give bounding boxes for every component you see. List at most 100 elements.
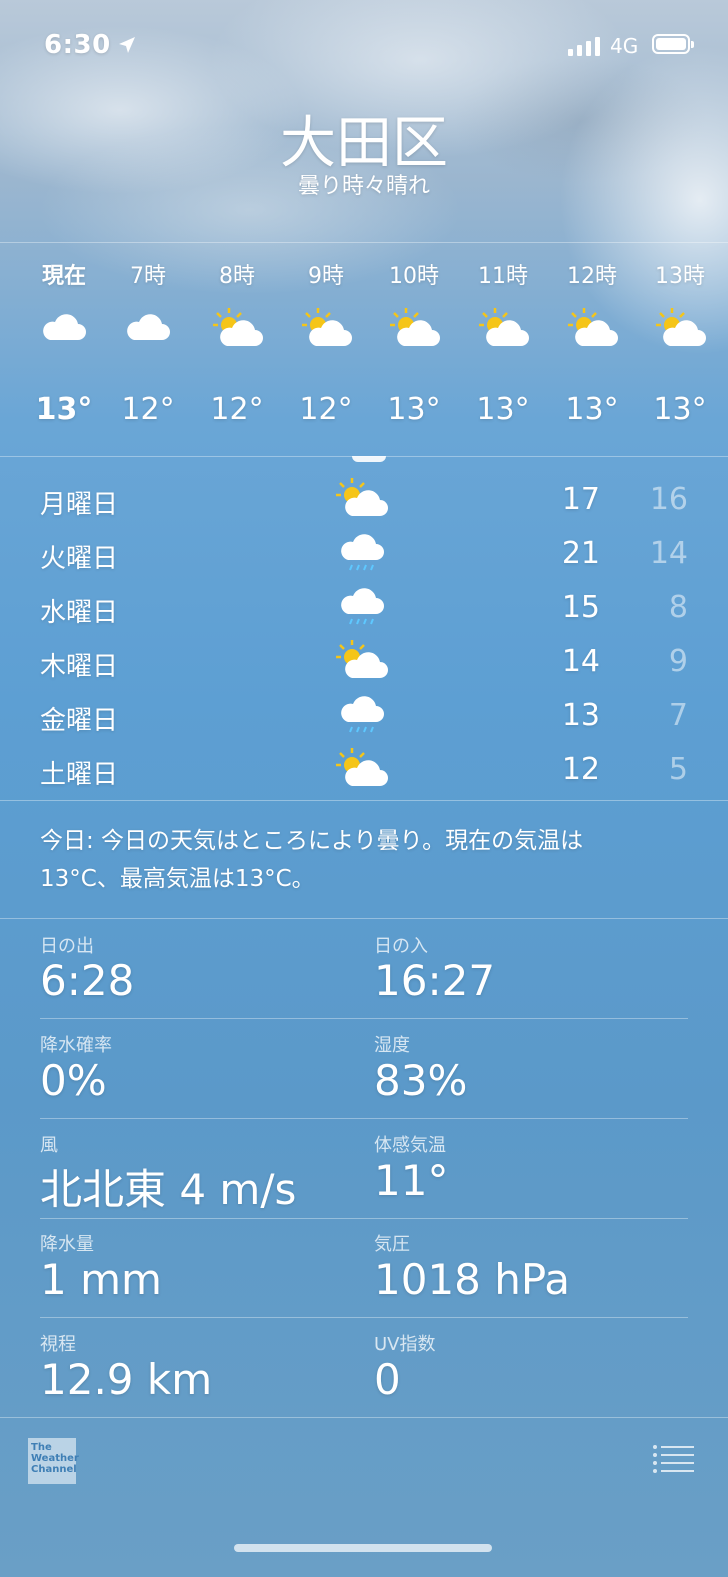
cloud-icon [43,314,86,340]
hour-temp: 13° [387,392,441,427]
hour-column: 7時 12° [104,258,192,427]
daily-row: 土曜日 12 5 [0,744,728,798]
day-high: 12 [561,752,600,787]
list-icon[interactable] [652,1444,694,1474]
weather-summary: 今日: 今日の天気はところにより曇り。現在の気温は 13°C、最高気温は13°C… [40,822,680,898]
sunset-value: 16:27 [374,956,496,1005]
partly-sunny-icon [213,308,263,346]
hour-column: 8時 12° [193,258,281,427]
pressure-label: 気圧 [374,1234,410,1255]
logo-line: Channel [31,1464,77,1475]
rain-icon [341,534,384,571]
sunset-label: 日の入 [374,936,428,957]
uv-index-label: UV指数 [374,1334,436,1355]
location-arrow-icon [119,37,135,53]
hour-temp: 12° [121,392,175,427]
sunrise-value: 6:28 [40,956,135,1005]
home-indicator[interactable] [234,1544,492,1552]
day-name: 月曜日 [40,490,119,520]
divider [0,242,728,243]
weather-channel-logo[interactable]: The Weather Channel [28,1438,79,1484]
day-low: 14 [649,536,688,571]
day-low: 16 [649,482,688,517]
hour-column: 11時 13° [459,258,547,427]
logo-line: The [31,1442,52,1453]
hour-column: 13時 13° [636,258,724,427]
partly-sunny-icon [656,308,706,346]
humidity-label: 湿度 [374,1035,410,1056]
day-name: 土曜日 [40,760,119,790]
current-condition: 曇り時々晴れ [297,174,430,199]
hour-temp: 13° [653,392,707,427]
daily-row: 金曜日 13 7 [0,690,728,744]
cloud-icon [127,314,170,340]
day-low: 7 [668,698,688,733]
summary-line: 今日: 今日の天気はところにより曇り。現在の気温は [40,828,584,854]
partly-sunny-icon [390,308,440,346]
hour-label: 11時 [478,264,528,289]
hour-temp: 12° [299,392,353,427]
hour-label: 7時 [130,264,166,289]
hour-label: 現在 [41,264,86,289]
logo-line: Weather [31,1453,79,1464]
hour-column: 10時 13° [370,258,458,427]
humidity-value: 83% [374,1056,468,1105]
partly-sunny-icon [479,308,529,346]
hour-label: 10時 [389,264,439,289]
feels-like-label: 体感気温 [374,1135,446,1156]
hour-label: 8時 [219,264,255,289]
pressure-value: 1018 hPa [374,1255,571,1304]
visibility-label: 視程 [40,1334,76,1355]
day-low: 8 [668,590,688,625]
hour-label: 12時 [567,264,617,289]
summary-line: 13°C、最高気温は13°C。 [40,866,315,892]
rain-icon [341,696,384,733]
hour-temp: 12° [210,392,264,427]
hour-temp: 13° [35,392,93,427]
scroll-peek-cloud [352,456,386,462]
hour-column: 12時 13° [548,258,636,427]
daily-row: 木曜日 14 9 [0,636,728,690]
partly-sunny-icon [302,308,352,346]
hour-column: 9時 12° [282,258,370,427]
partly-sunny-icon [336,748,388,786]
daily-row: 月曜日 17 16 [0,474,728,528]
feels-like-value: 11° [374,1156,449,1205]
hour-temp: 13° [565,392,619,427]
day-low: 9 [668,644,688,679]
day-name: 火曜日 [40,544,119,574]
divider [0,800,728,801]
day-high: 17 [561,482,600,517]
battery-icon [652,34,694,54]
uv-index-value: 0 [374,1355,401,1404]
partly-sunny-icon [336,640,388,678]
hour-column: 現在 13° [20,258,108,427]
divider [40,1317,688,1318]
divider [40,1218,688,1219]
rain-icon [341,588,384,625]
day-name: 木曜日 [40,652,119,682]
day-high: 21 [561,536,600,571]
hour-label: 13時 [655,264,705,289]
divider [0,918,728,919]
wind-label: 風 [40,1135,58,1156]
precip-chance-label: 降水確率 [40,1035,112,1056]
hour-temp: 13° [476,392,530,427]
partly-sunny-icon [568,308,618,346]
day-name: 金曜日 [40,706,119,736]
partly-sunny-icon [336,478,388,516]
wind-value: 北北東 4 m/s [40,1165,297,1214]
precipitation-value: 1 mm [40,1255,162,1304]
status-time: 6:30 [44,30,111,60]
precip-chance-value: 0% [40,1056,107,1105]
visibility-value: 12.9 km [40,1355,213,1404]
sunrise-label: 日の出 [40,936,94,957]
signal-strength-icon [568,37,600,56]
hour-label: 9時 [308,264,344,289]
precipitation-label: 降水量 [40,1234,94,1255]
day-high: 13 [561,698,600,733]
divider [0,1417,728,1418]
daily-row: 火曜日 21 14 [0,528,728,582]
network-type: 4G [610,34,639,58]
divider [40,1118,688,1119]
